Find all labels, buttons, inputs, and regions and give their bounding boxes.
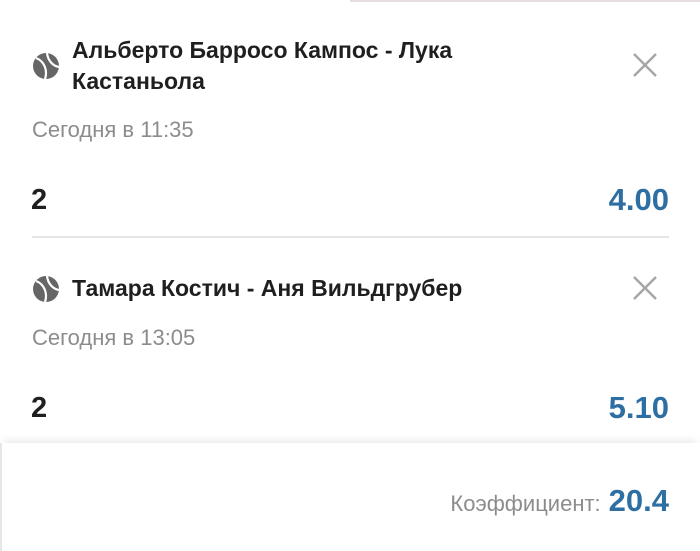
- footer-border: [0, 443, 2, 551]
- coefficient-value: 20.4: [608, 483, 669, 518]
- betslip-summary: Коэффициент: 20.4: [0, 443, 700, 551]
- event-title: Альберто Барросо Кампос - Лука Кастаньол…: [72, 37, 453, 94]
- event-time: Сегодня в 11:35: [32, 117, 194, 142]
- bet-item: Тамара Костич - Аня Вильдгрубер Сегодня …: [0, 238, 700, 443]
- remove-bet-button[interactable]: [630, 50, 660, 80]
- bet-outcome: 2: [31, 392, 48, 424]
- close-icon: [633, 276, 657, 300]
- event-time: Сегодня в 13:05: [32, 325, 196, 350]
- bet-outcome: 2: [31, 184, 48, 216]
- close-icon: [633, 53, 657, 77]
- tennis-ball-icon: [33, 275, 60, 303]
- remove-bet-button[interactable]: [630, 273, 660, 303]
- bet-item: Альберто Барросо Кампос - Лука Кастаньол…: [0, 0, 700, 237]
- bet-odds[interactable]: 4.00: [609, 182, 669, 218]
- event-title: Тамара Костич - Аня Вильдгрубер: [72, 275, 463, 301]
- bet-odds[interactable]: 5.10: [609, 390, 669, 426]
- total-coefficient: Коэффициент: 20.4: [450, 483, 669, 519]
- coefficient-label: Коэффициент:: [450, 491, 601, 516]
- tennis-ball-icon: [33, 52, 60, 80]
